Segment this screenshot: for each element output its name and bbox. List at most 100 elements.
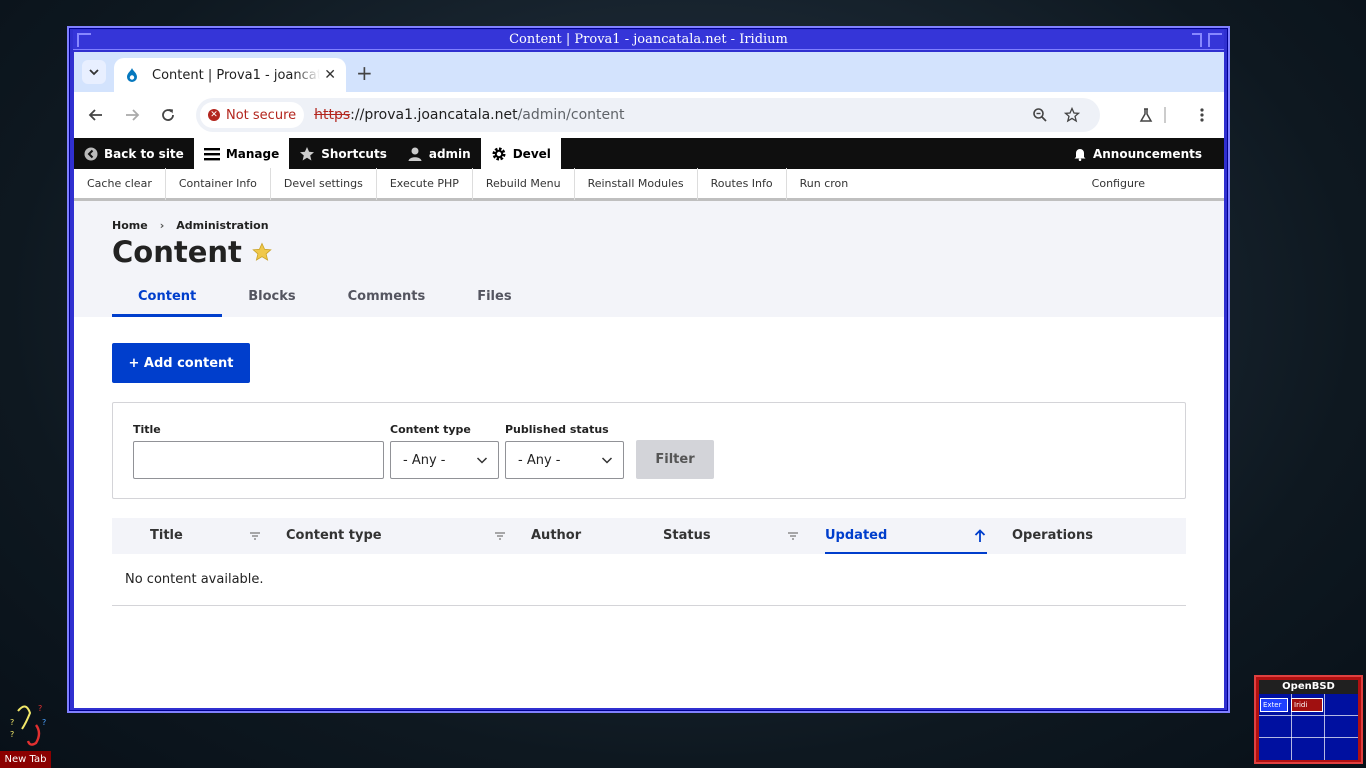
exposed-filters: Title Content type - Any - Published sta…	[112, 402, 1186, 499]
table-header: Title Content type Author Status Updated…	[112, 518, 1186, 554]
devel-execute-php[interactable]: Execute PHP	[377, 167, 473, 200]
toolbar-divider	[1164, 107, 1166, 123]
forward-button[interactable]	[122, 105, 142, 125]
browser-toolbar: ✕ Not secure https://prova1.joancatala.n…	[74, 92, 1224, 138]
gear-icon	[491, 146, 507, 162]
add-content-button[interactable]: + Add content	[112, 343, 250, 383]
reload-icon	[162, 109, 174, 121]
bell-icon	[1073, 147, 1087, 161]
col-content-type[interactable]: Content type	[286, 518, 382, 554]
arrow-up-icon[interactable]	[974, 529, 986, 543]
sort-icon[interactable]	[250, 532, 260, 540]
published-status-value: - Any -	[518, 452, 561, 468]
devel-rebuild-menu[interactable]: Rebuild Menu	[473, 167, 575, 200]
shortcuts-tab[interactable]: Shortcuts	[289, 138, 397, 169]
breadcrumb: Home › Administration	[112, 219, 269, 232]
browser-window: Content | Prova1 - joancatala.net - Irid…	[67, 26, 1230, 713]
sort-icon[interactable]	[788, 532, 798, 540]
tab-search-button[interactable]	[82, 60, 106, 84]
window-menu-corner[interactable]	[77, 33, 91, 47]
tab-content[interactable]: Content	[112, 279, 223, 317]
col-status[interactable]: Status	[663, 518, 711, 554]
devel-routes-info[interactable]: Routes Info	[698, 167, 787, 200]
address-bar[interactable]: ✕ Not secure https://prova1.joancatala.n…	[196, 98, 1100, 132]
table-empty-message: No content available.	[112, 554, 1186, 606]
chevron-down-icon	[601, 457, 613, 464]
svg-text:?: ?	[38, 704, 42, 713]
back-to-site-link[interactable]: Back to site	[74, 138, 194, 169]
sort-icon[interactable]	[495, 532, 505, 540]
breadcrumb-home[interactable]: Home	[112, 219, 148, 232]
published-status-label: Published status	[505, 423, 609, 436]
window-maximize-corner[interactable]	[1208, 33, 1222, 47]
shortcut-star-icon[interactable]	[252, 242, 272, 262]
published-status-select[interactable]: - Any -	[505, 441, 624, 479]
pager-window-thumb[interactable]: Exter	[1260, 698, 1288, 712]
desktop-pager[interactable]: OpenBSD Exter Iridi	[1254, 675, 1363, 764]
primary-tabs: Content Blocks Comments Files	[112, 279, 538, 317]
window-iconify-corner[interactable]	[1192, 33, 1202, 47]
tab-blocks[interactable]: Blocks	[222, 279, 321, 317]
manage-tab[interactable]: Manage	[193, 138, 290, 169]
url-host: ://prova1.joancatala.net	[350, 107, 518, 123]
devel-run-cron[interactable]: Run cron	[787, 168, 862, 200]
announcements-link[interactable]: Announcements	[1063, 138, 1212, 169]
more-vertical-icon	[1200, 108, 1204, 122]
close-tab-icon[interactable]: ✕	[324, 67, 336, 83]
devel-cache-clear[interactable]: Cache clear	[74, 167, 166, 200]
devel-label: Devel	[512, 146, 551, 161]
title-filter-label: Title	[133, 423, 161, 436]
chevron-down-icon	[476, 457, 488, 464]
breadcrumb-administration[interactable]: Administration	[176, 219, 268, 232]
page-title-wrapper: Content	[112, 235, 272, 269]
content-type-select[interactable]: - Any -	[390, 441, 499, 479]
admin-toolbar: Back to site Manage Shortcuts admin Deve…	[74, 138, 1224, 169]
desktop-app-icon[interactable]: ? ? ? ?	[8, 703, 50, 747]
back-to-site-label: Back to site	[104, 146, 184, 161]
devel-configure[interactable]: Configure	[1079, 168, 1158, 200]
back-circle-icon	[84, 147, 98, 161]
user-tab[interactable]: admin	[397, 138, 481, 169]
tab-files[interactable]: Files	[451, 279, 537, 317]
reload-button[interactable]	[158, 105, 178, 125]
col-author: Author	[531, 528, 582, 543]
pager-window-thumb[interactable]: Iridi	[1291, 698, 1323, 712]
security-chip[interactable]: ✕ Not secure	[200, 102, 305, 128]
content-type-value: - Any -	[403, 452, 446, 468]
arrow-right-icon	[126, 109, 140, 121]
security-label: Not secure	[226, 107, 297, 123]
svg-text:?: ?	[10, 718, 14, 727]
pager-grid[interactable]: Exter Iridi	[1259, 694, 1358, 760]
browser-menu-button[interactable]	[1192, 105, 1212, 125]
svg-text:?: ?	[42, 718, 46, 727]
col-updated[interactable]: Updated	[825, 518, 987, 554]
tab-comments[interactable]: Comments	[322, 279, 452, 317]
bookmark-star-icon[interactable]	[1064, 107, 1080, 123]
hamburger-icon	[203, 147, 220, 161]
back-button[interactable]	[86, 105, 106, 125]
labs-button[interactable]	[1136, 105, 1156, 125]
devel-settings[interactable]: Devel settings	[271, 167, 377, 200]
svg-text:?: ?	[10, 730, 14, 739]
zoom-icon[interactable]	[1032, 107, 1048, 123]
user-icon	[407, 146, 423, 162]
new-tab-button[interactable]: +	[356, 61, 373, 85]
user-label: admin	[428, 146, 471, 161]
devel-container-info[interactable]: Container Info	[166, 167, 271, 200]
col-title[interactable]: Title	[150, 518, 183, 554]
browser-tab-active[interactable]: Content | Prova1 - joancatala.net - Irid…	[114, 58, 346, 92]
breadcrumb-separator: ›	[159, 219, 165, 232]
url-scheme: https	[314, 107, 351, 123]
devel-tab[interactable]: Devel	[480, 138, 561, 169]
devel-reinstall-modules[interactable]: Reinstall Modules	[575, 167, 698, 200]
taskbar-item[interactable]: New Tab	[0, 751, 51, 768]
window-title[interactable]: Content | Prova1 - joancatala.net - Irid…	[73, 30, 1224, 50]
devel-tray: Cache clear Container Info Devel setting…	[74, 167, 1224, 201]
filter-button[interactable]: Filter	[636, 440, 714, 479]
content-type-label: Content type	[390, 423, 471, 436]
chevron-down-icon	[89, 69, 99, 76]
star-icon	[299, 146, 315, 162]
shortcuts-label: Shortcuts	[321, 146, 387, 161]
title-filter-input[interactable]	[133, 441, 384, 479]
pager-title: OpenBSD	[1259, 680, 1358, 694]
